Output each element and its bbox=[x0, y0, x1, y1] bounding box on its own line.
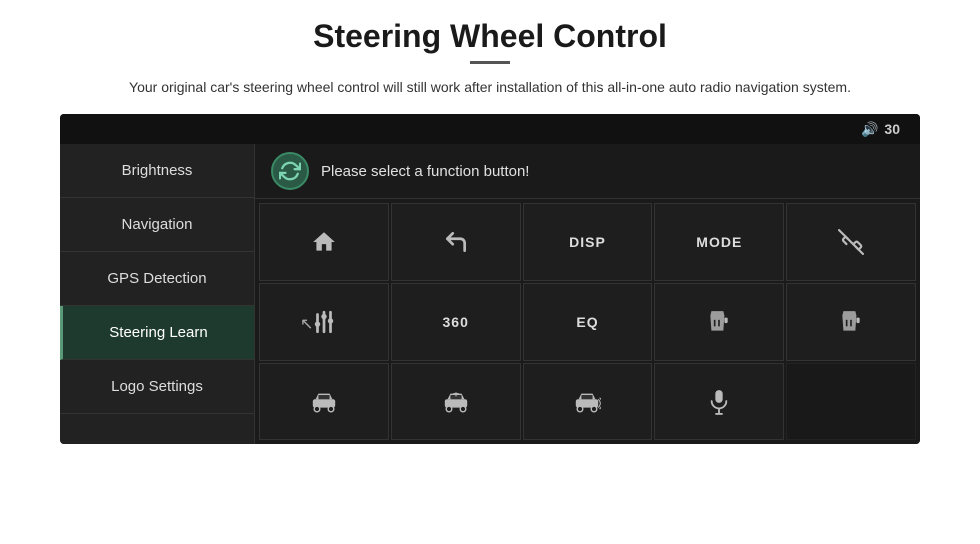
title-divider bbox=[470, 61, 510, 64]
car3-icon bbox=[573, 391, 601, 413]
button-grid: DISP MODE bbox=[255, 199, 920, 444]
grid-cell-empty bbox=[786, 363, 916, 441]
grid-cell-eq[interactable]: EQ bbox=[523, 283, 653, 361]
grid-cell-360[interactable]: 360 bbox=[391, 283, 521, 361]
mode-label: MODE bbox=[696, 234, 742, 250]
sidebar-item-gps-detection[interactable]: GPS Detection bbox=[60, 252, 254, 306]
sidebar-item-logo-settings[interactable]: Logo Settings bbox=[60, 360, 254, 414]
grid-cell-car2[interactable] bbox=[391, 363, 521, 441]
grid-cell-icon2[interactable] bbox=[786, 283, 916, 361]
sidebar-item-brightness[interactable]: Brightness bbox=[60, 144, 254, 198]
prompt-bar: Please select a function button! bbox=[255, 144, 920, 199]
grid-cell-home[interactable] bbox=[259, 203, 389, 281]
sync-icon[interactable] bbox=[271, 152, 309, 190]
car1-icon bbox=[310, 391, 338, 413]
disp-label: DISP bbox=[569, 234, 606, 250]
sidebar: Brightness Navigation GPS Detection Stee… bbox=[60, 144, 255, 444]
page-title: Steering Wheel Control bbox=[313, 18, 667, 55]
sidebar-item-navigation[interactable]: Navigation bbox=[60, 198, 254, 252]
phone-off-icon bbox=[838, 229, 864, 255]
grid-cell-phone-off[interactable] bbox=[786, 203, 916, 281]
beer2-icon bbox=[838, 309, 864, 335]
main-area: Brightness Navigation GPS Detection Stee… bbox=[60, 144, 920, 444]
grid-cell-mic[interactable] bbox=[654, 363, 784, 441]
sliders-icon bbox=[311, 309, 337, 335]
page-subtitle: Your original car's steering wheel contr… bbox=[129, 76, 851, 98]
car-ui: 🔊 30 Brightness Navigation GPS Detection… bbox=[60, 114, 920, 444]
beer1-icon bbox=[706, 309, 732, 335]
grid-cell-disp[interactable]: DISP bbox=[523, 203, 653, 281]
grid-cell-car1[interactable] bbox=[259, 363, 389, 441]
sidebar-item-steering-learn[interactable]: Steering Learn bbox=[60, 306, 254, 360]
page-wrapper: Steering Wheel Control Your original car… bbox=[0, 0, 980, 454]
volume-icon: 🔊 bbox=[861, 121, 878, 138]
grid-cell-mode[interactable]: MODE bbox=[654, 203, 784, 281]
360-label: 360 bbox=[443, 314, 469, 330]
eq-label: EQ bbox=[576, 314, 598, 330]
volume-value: 30 bbox=[884, 121, 900, 137]
back-icon bbox=[443, 229, 469, 255]
car2-icon bbox=[442, 391, 470, 413]
home-icon bbox=[311, 229, 337, 255]
grid-cell-sliders[interactable] bbox=[259, 283, 389, 361]
prompt-text: Please select a function button! bbox=[321, 163, 529, 180]
grid-cell-car3[interactable] bbox=[523, 363, 653, 441]
top-bar: 🔊 30 bbox=[60, 114, 920, 144]
mic-icon bbox=[708, 389, 730, 415]
grid-cell-icon1[interactable] bbox=[654, 283, 784, 361]
grid-cell-back[interactable] bbox=[391, 203, 521, 281]
content-area: Please select a function button! bbox=[255, 144, 920, 444]
